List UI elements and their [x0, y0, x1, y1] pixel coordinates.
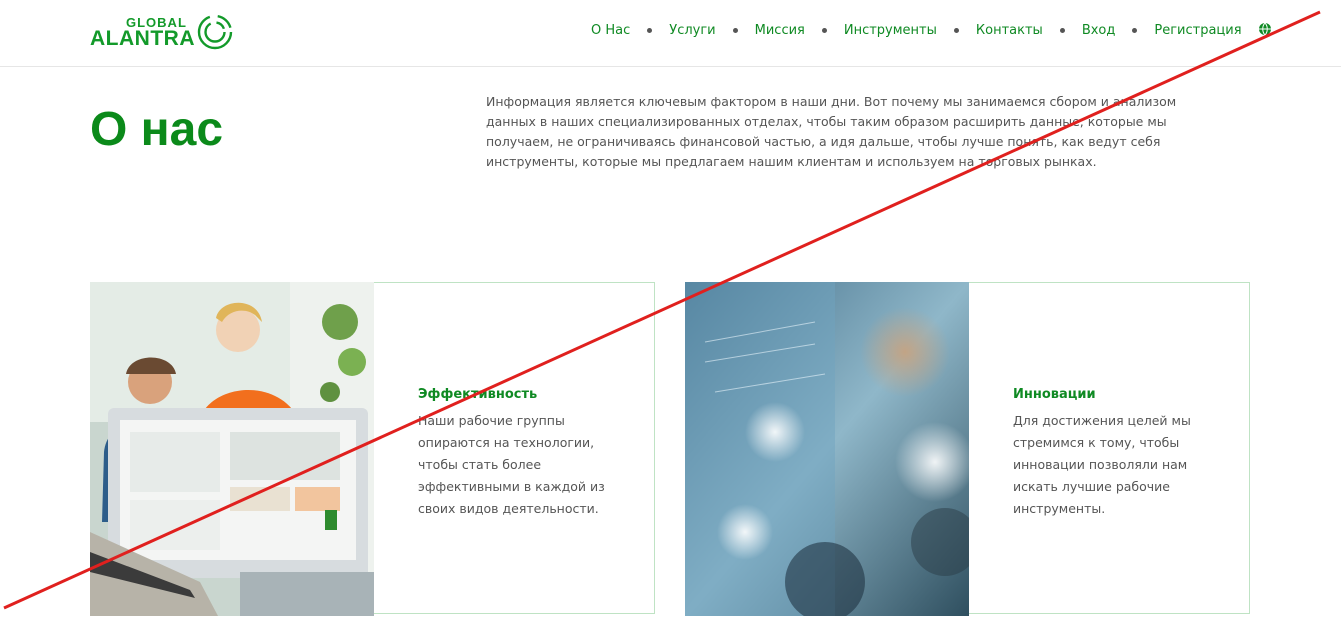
nav-services[interactable]: Услуги	[669, 23, 715, 38]
card-title: Инновации	[1013, 387, 1096, 402]
intro-paragraph: Информация является ключевым фактором в …	[486, 94, 1177, 169]
logo-text-bottom: ALANTRA	[90, 27, 195, 50]
feature-card-innovation: Инновации Для достижения целей мы стреми…	[685, 282, 1250, 616]
card-text: Эффективность Наши рабочие группы опираю…	[418, 386, 618, 520]
nav-separator	[821, 28, 827, 33]
main-nav: О Нас Услуги Миссия Инструменты Контакты…	[591, 21, 1272, 40]
card-description: Для достижения целей мы стремимся к тому…	[1013, 413, 1191, 516]
nav-separator	[1132, 28, 1138, 33]
nav-tools[interactable]: Инструменты	[844, 23, 937, 38]
nav-about[interactable]: О Нас	[591, 23, 630, 38]
nav-login[interactable]: Вход	[1082, 23, 1116, 38]
nav-register[interactable]: Регистрация	[1154, 23, 1241, 38]
page-title: О нас	[90, 103, 224, 156]
nav-contacts[interactable]: Контакты	[976, 23, 1043, 38]
tech-blur-photo	[685, 282, 969, 616]
nav-separator	[1059, 28, 1065, 33]
logo-ring-icon	[197, 14, 233, 50]
card-title: Эффективность	[418, 387, 538, 402]
office-team-photo	[90, 282, 374, 616]
site-header: GLOBAL ALANTRA О Нас Услуги Миссия Инстр…	[0, 0, 1341, 67]
nav-separator	[647, 28, 653, 33]
card-text: Инновации Для достижения целей мы стреми…	[1013, 386, 1213, 520]
globe-icon[interactable]	[1258, 21, 1272, 40]
nav-separator	[732, 28, 738, 33]
logo[interactable]: GLOBAL ALANTRA	[90, 13, 235, 53]
nav-mission[interactable]: Миссия	[755, 23, 805, 38]
card-description: Наши рабочие группы опираются на техноло…	[418, 413, 605, 516]
nav-separator	[953, 28, 959, 33]
feature-card-efficiency: Эффективность Наши рабочие группы опираю…	[90, 282, 655, 616]
